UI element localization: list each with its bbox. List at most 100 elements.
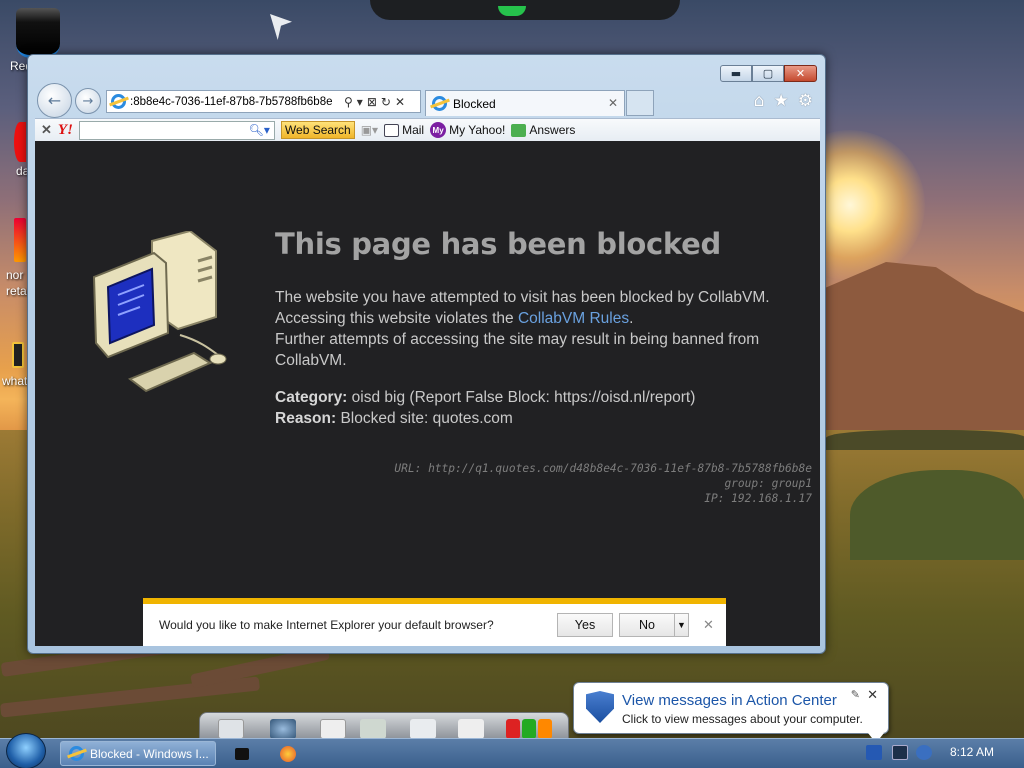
- recycle-bin-icon[interactable]: [16, 8, 60, 58]
- wallpaper-mountain: [826, 262, 1024, 432]
- tab-title: Blocked: [453, 96, 496, 111]
- page-title: This page has been blocked: [275, 227, 721, 261]
- maximize-button[interactable]: ▢: [752, 65, 784, 82]
- search-icon[interactable]: ⚲: [344, 95, 353, 109]
- yes-button[interactable]: Yes: [557, 613, 613, 637]
- action-center-flag-icon: [586, 691, 614, 723]
- my-yahoo-link[interactable]: My My Yahoo!: [430, 122, 505, 138]
- meta-ip: IP: 192.168.1.17: [704, 492, 812, 505]
- dock-app-icon[interactable]: [506, 719, 520, 739]
- desktop-icon-label[interactable]: nor: [6, 268, 23, 282]
- dock-app-icon[interactable]: [410, 719, 436, 739]
- meta-group: group: group1: [724, 477, 812, 490]
- no-label: No: [639, 618, 655, 632]
- ie-icon: [69, 746, 84, 761]
- yahoo-logo-icon[interactable]: Y!: [58, 122, 73, 139]
- dock-app-icon[interactable]: [270, 719, 296, 739]
- answers-icon: [511, 123, 527, 137]
- close-icon: ✕: [795, 67, 806, 80]
- toolbar-close-icon[interactable]: ✕: [41, 122, 52, 138]
- dock-app-icon[interactable]: [320, 719, 346, 739]
- category-value: oisd big (Report False Block: https://oi…: [351, 389, 696, 406]
- answers-link[interactable]: Answers: [511, 123, 575, 137]
- my-yahoo-icon: My: [430, 122, 447, 138]
- browser-window: ▬ ▢ ✕ ← → :8b8e4c-7036-11ef-87b8-7b5788f…: [27, 54, 826, 654]
- intro-line-1: The website you have attempted to visit …: [275, 289, 770, 306]
- mail-link[interactable]: Mail: [384, 123, 424, 137]
- window-controls: ▬ ▢ ✕: [720, 65, 817, 82]
- tab-blocked[interactable]: Blocked ✕: [425, 90, 625, 116]
- back-arrow-icon: ←: [47, 91, 62, 110]
- chevron-down-icon[interactable]: ▼: [674, 614, 688, 636]
- block-metadata: URL: http://q1.quotes.com/d48b8e4c-7036-…: [394, 461, 812, 506]
- reason-label: Reason:: [275, 410, 337, 427]
- desktop-app-icon[interactable]: [12, 342, 24, 368]
- balloon-close-icon[interactable]: ✕: [867, 688, 878, 703]
- firefox-icon: [280, 746, 296, 762]
- balloon-title[interactable]: View messages in Action Center: [622, 692, 837, 709]
- terminal-icon: [235, 748, 249, 760]
- browser-right-icons: ⌂ ★ ⚙: [754, 91, 813, 111]
- favorites-star-icon[interactable]: ★: [774, 91, 789, 111]
- mail-label: Mail: [402, 123, 425, 137]
- intro-line-2-suffix: .: [629, 310, 634, 327]
- network-tray-icon[interactable]: [892, 745, 908, 760]
- taskbar-clock[interactable]: 8:12 AM: [950, 745, 994, 759]
- dock-app-icon[interactable]: [218, 719, 244, 739]
- dock-app-icon[interactable]: [538, 719, 552, 739]
- dock-app-icon[interactable]: [458, 719, 484, 739]
- start-button[interactable]: [6, 733, 46, 768]
- answers-label: Answers: [529, 123, 576, 137]
- desktop-app-icon[interactable]: [14, 122, 26, 162]
- taskbar-firefox-button[interactable]: [270, 742, 306, 766]
- category-label: Category:: [275, 389, 348, 406]
- desktop-app-icon[interactable]: [14, 218, 26, 262]
- mail-icon: [384, 123, 400, 137]
- yahoo-search-input[interactable]: 🔍︎▾: [78, 120, 275, 140]
- dock-app-icon[interactable]: [522, 719, 536, 739]
- collabvm-rules-link[interactable]: CollabVM Rules: [518, 310, 629, 327]
- back-button[interactable]: ←: [37, 83, 72, 118]
- dock-app-icon[interactable]: [360, 719, 386, 739]
- toolbar-options-icon[interactable]: ▣▾: [361, 123, 378, 137]
- dropdown-icon[interactable]: ▾: [357, 95, 363, 109]
- address-bar[interactable]: :8b8e4c-7036-11ef-87b8-7b5788fb6b8e ⚲ ▾ …: [106, 90, 421, 113]
- desktop-icon-label[interactable]: reta: [6, 284, 27, 298]
- default-browser-notification: Would you like to make Internet Explorer…: [143, 598, 726, 646]
- intro-line-2-prefix: Accessing this website violates the: [275, 310, 518, 327]
- notification-message: Would you like to make Internet Explorer…: [159, 618, 494, 632]
- blocked-message: The website you have attempted to visit …: [275, 287, 795, 371]
- stop-icon[interactable]: ✕: [395, 95, 405, 109]
- wallpaper-bush: [850, 470, 1024, 560]
- volume-tray-icon[interactable]: [916, 745, 932, 760]
- no-button[interactable]: No ▼: [619, 613, 689, 637]
- compatibility-icon[interactable]: ⊠: [367, 95, 377, 109]
- meta-url: URL: http://q1.quotes.com/d48b8e4c-7036-…: [394, 462, 812, 475]
- action-center-tray-icon[interactable]: [866, 745, 882, 760]
- intro-line-3: Further attempts of accessing the site m…: [275, 331, 760, 369]
- balloon-body[interactable]: Click to view messages about your comput…: [622, 712, 863, 726]
- gear-icon[interactable]: ⚙: [798, 91, 813, 111]
- ie-icon: [111, 94, 126, 109]
- web-search-button[interactable]: Web Search: [280, 121, 355, 139]
- action-center-balloon[interactable]: View messages in Action Center Click to …: [573, 682, 889, 743]
- taskbar-item-blocked[interactable]: Blocked - Windows I...: [60, 741, 216, 766]
- minimize-button[interactable]: ▬: [720, 65, 752, 82]
- pin-icon[interactable]: ✎: [851, 688, 860, 701]
- close-button[interactable]: ✕: [784, 65, 817, 82]
- taskbar-cmd-button[interactable]: [224, 742, 260, 766]
- new-tab-button[interactable]: [626, 90, 654, 116]
- refresh-icon[interactable]: ↻: [381, 95, 391, 109]
- wallpaper-trees: [826, 430, 1024, 450]
- dock-bar: [199, 712, 569, 740]
- address-url[interactable]: :8b8e4c-7036-11ef-87b8-7b5788fb6b8e: [130, 96, 340, 108]
- reason-value: Blocked site: quotes.com: [340, 410, 513, 427]
- notification-close-icon[interactable]: ✕: [703, 617, 714, 633]
- tab-close-icon[interactable]: ✕: [608, 96, 618, 110]
- desktop-icon-label[interactable]: what: [2, 374, 27, 388]
- forward-button[interactable]: →: [75, 88, 101, 114]
- block-details: Category: oisd big (Report False Block: …: [275, 387, 805, 429]
- home-icon[interactable]: ⌂: [754, 91, 765, 111]
- computer-illustration-icon: [92, 231, 227, 393]
- forward-arrow-icon: →: [82, 93, 94, 109]
